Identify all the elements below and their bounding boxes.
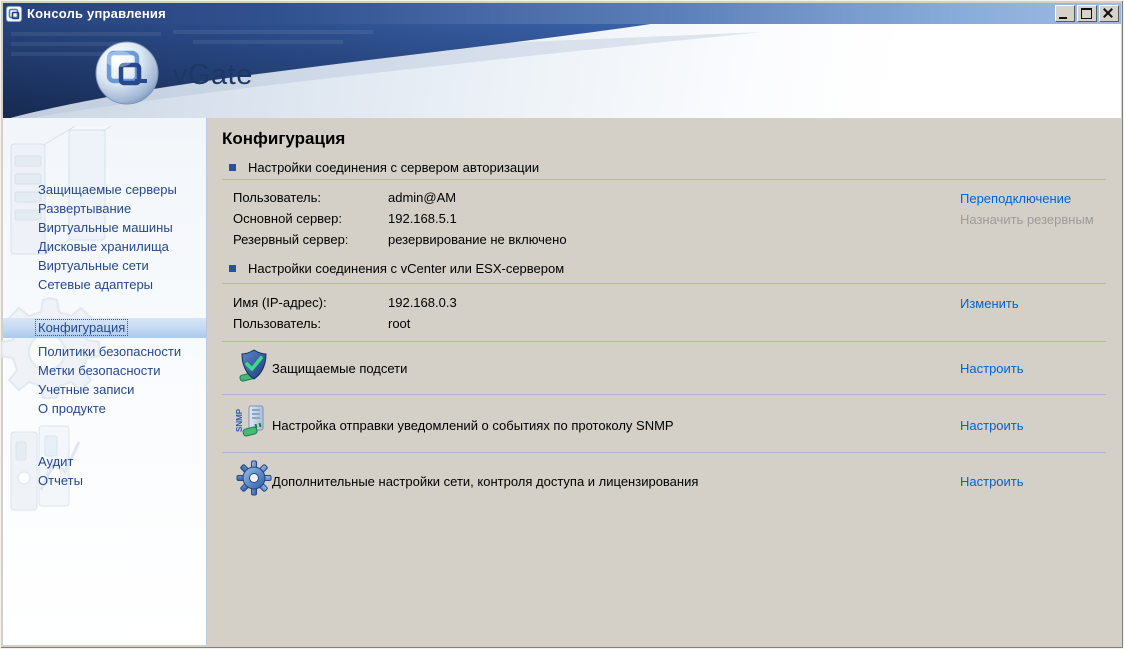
window-controls <box>1053 5 1119 22</box>
reconnect-link[interactable]: Переподключение <box>960 191 1071 206</box>
minimize-button[interactable] <box>1055 5 1075 22</box>
sidebar-group-infrastructure: Защищаемые серверы Развертывание Виртуал… <box>3 180 206 294</box>
tool-label-snmp: Настройка отправки уведомлений о события… <box>272 418 674 433</box>
field-label: Резервный сервер: <box>233 232 349 247</box>
app-icon <box>6 5 22 22</box>
configure-subnets-link[interactable]: Настроить <box>960 361 1024 376</box>
sidebar-item-virtual-machines[interactable]: Виртуальные машины <box>3 218 206 237</box>
window-title: Консоль управления <box>27 6 166 21</box>
snmp-server-icon: SNMP <box>235 402 273 440</box>
sidebar-item-protected-servers[interactable]: Защищаемые серверы <box>3 180 206 199</box>
configure-snmp-link[interactable]: Настроить <box>960 418 1024 433</box>
sidebar-item-security-labels[interactable]: Метки безопасности <box>3 361 206 380</box>
separator <box>222 283 1106 284</box>
close-icon <box>1100 6 1118 21</box>
sidebar-item-security-policies[interactable]: Политики безопасности <box>3 342 206 361</box>
field-label: Имя (IP-адрес): <box>233 295 327 310</box>
separator <box>222 452 1106 453</box>
banner-wave <box>3 24 763 118</box>
configure-advanced-link[interactable]: Настроить <box>960 474 1024 489</box>
field-value: 192.168.5.1 <box>388 211 457 226</box>
field-row-primary-server: Основной сервер: 192.168.5.1 <box>233 211 457 232</box>
sidebar-item-configuration-label: Конфигурация <box>34 319 129 336</box>
field-row-user: Пользователь: admin@AM <box>233 190 456 211</box>
separator <box>222 341 1106 342</box>
field-value: admin@AM <box>388 190 457 205</box>
sidebar-item-audit[interactable]: Аудит <box>3 452 206 471</box>
field-label: Пользователь: <box>233 316 321 331</box>
field-value: резервирование не включено <box>388 232 567 247</box>
sidebar-item-about[interactable]: О продукте <box>3 399 206 418</box>
sidebar-item-configuration[interactable]: Конфигурация <box>3 318 206 338</box>
shield-check-icon <box>235 347 273 385</box>
brand-name: vGate <box>173 59 253 91</box>
window-titlebar[interactable]: Консоль управления <box>3 3 1121 24</box>
minimize-icon <box>1059 17 1067 19</box>
sidebar-item-accounts[interactable]: Учетные записи <box>3 380 206 399</box>
change-link[interactable]: Изменить <box>960 296 1019 311</box>
field-row-ip-name: Имя (IP-адрес): 192.168.0.3 <box>233 295 457 316</box>
sidebar-content-divider <box>206 118 207 645</box>
sidebar-item-virtual-networks[interactable]: Виртуальные сети <box>3 256 206 275</box>
field-value: 192.168.0.3 <box>388 295 457 310</box>
separator <box>222 394 1106 395</box>
sidebar: Защищаемые серверы Развертывание Виртуал… <box>0 118 206 645</box>
sidebar-item-network-adapters[interactable]: Сетевые адаптеры <box>3 275 206 294</box>
assign-backup-link: Назначить резервным <box>960 212 1094 227</box>
section-header-text: Настройки соединения с vCenter или ESX-с… <box>248 261 565 276</box>
section-header-auth-server: Настройки соединения с сервером авториза… <box>229 160 539 176</box>
tool-label-protected-subnets: Защищаемые подсети <box>272 361 408 376</box>
section-bullet-icon <box>229 265 236 272</box>
sidebar-item-deployment[interactable]: Развертывание <box>3 199 206 218</box>
separator <box>222 179 1106 180</box>
sidebar-group-settings: Конфигурация Политики безопасности Метки… <box>3 318 206 418</box>
page-title: Конфигурация <box>222 129 346 148</box>
field-label: Пользователь: <box>233 190 321 205</box>
sidebar-item-disk-storage[interactable]: Дисковые хранилища <box>3 237 206 256</box>
field-label: Основной сервер: <box>233 211 343 226</box>
close-button[interactable] <box>1099 5 1119 22</box>
section-header-text: Настройки соединения с сервером авториза… <box>248 160 540 175</box>
maximize-button[interactable] <box>1077 5 1097 22</box>
field-row-vcenter-user: Пользователь: root <box>233 316 410 337</box>
sidebar-group-audit: Аудит Отчеты <box>3 452 206 490</box>
section-header-vcenter: Настройки соединения с vCenter или ESX-с… <box>229 261 564 277</box>
section-bullet-icon <box>229 164 236 171</box>
tool-label-advanced-settings: Дополнительные настройки сети, контроля … <box>272 474 699 489</box>
field-row-backup-server: Резервный сервер: резервирование не включ… <box>233 232 567 253</box>
svg-text:SNMP: SNMP <box>235 408 244 432</box>
field-value: root <box>388 316 411 331</box>
main-content: Конфигурация Настройки соединения с серв… <box>222 118 1106 645</box>
sidebar-item-reports[interactable]: Отчеты <box>3 471 206 490</box>
vgate-logo-icon <box>95 41 159 105</box>
maximize-icon <box>1081 8 1092 19</box>
gear-icon <box>235 459 273 497</box>
header-banner: vGate <box>3 24 1121 118</box>
